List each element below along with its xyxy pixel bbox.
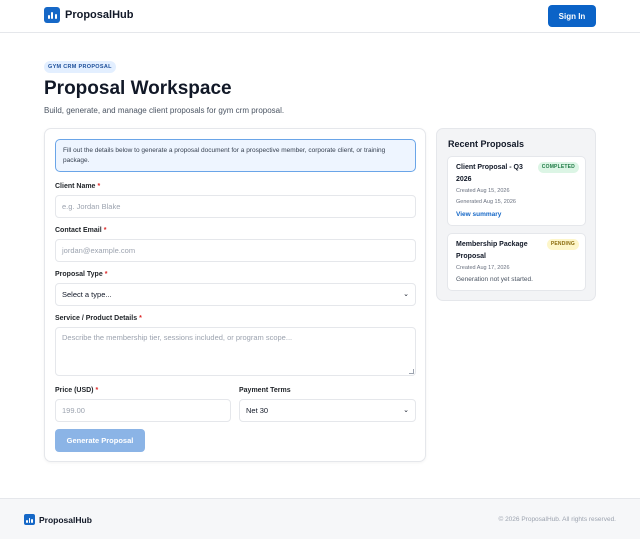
status-badge: PENDING xyxy=(546,239,579,250)
bar-chart-icon xyxy=(44,7,60,23)
required-marker: * xyxy=(139,315,142,322)
proposal-type-label-text: Proposal Type xyxy=(55,271,103,278)
sign-in-button[interactable]: Sign In xyxy=(548,5,596,27)
chevron-down-icon: ⌄ xyxy=(403,291,409,298)
generation-note: Generation not yet started. xyxy=(456,276,533,283)
contact-email-label: Contact Email * xyxy=(55,227,106,234)
service-details-textarea[interactable]: Describe the membership tier, sessions i… xyxy=(55,327,416,376)
generate-proposal-button[interactable]: Generate Proposal xyxy=(55,429,145,452)
footer: ProposalHub © 2026 ProposalHub. All righ… xyxy=(0,498,640,539)
service-details-placeholder: Describe the membership tier, sessions i… xyxy=(62,333,293,342)
status-badge: COMPLETED xyxy=(537,162,579,173)
proposal-type-select[interactable]: Select a type... ⌄ xyxy=(55,283,416,306)
proposal-title: Client Proposal - Q3 2026 xyxy=(456,164,523,183)
page-subtitle: Build, generate, and manage client propo… xyxy=(44,106,285,115)
required-marker: * xyxy=(95,387,99,394)
created-date: Created Aug 17, 2026 xyxy=(456,265,510,271)
created-date: Created Aug 15, 2026 xyxy=(456,188,510,194)
client-name-label: Client Name * xyxy=(55,183,100,190)
contact-email-input[interactable]: jordan@example.com xyxy=(55,239,416,262)
top-header: ProposalHub Sign In xyxy=(0,0,640,33)
view-summary-link[interactable]: View summary xyxy=(456,211,501,218)
contact-email-label-text: Contact Email xyxy=(55,227,102,234)
client-name-label-text: Client Name xyxy=(55,183,96,190)
bar-chart-icon xyxy=(24,514,35,525)
price-label-text: Price (USD) xyxy=(55,387,94,394)
proposal-card[interactable]: Membership Package Proposal PENDING Crea… xyxy=(447,233,586,291)
client-name-input[interactable]: e.g. Jordan Blake xyxy=(55,195,416,218)
service-details-label: Service / Product Details * xyxy=(55,315,142,322)
chevron-down-icon: ⌄ xyxy=(403,407,409,414)
proposal-card[interactable]: Client Proposal - Q3 2026 COMPLETED Crea… xyxy=(447,156,586,226)
footer-brand-name: ProposalHub xyxy=(39,514,92,525)
page-title: Proposal Workspace xyxy=(44,78,232,99)
service-details-label-text: Service / Product Details xyxy=(55,315,138,322)
proposal-title: Membership Package Proposal xyxy=(456,241,528,260)
proposal-type-label: Proposal Type * xyxy=(55,271,107,278)
recent-proposals-panel: Recent Proposals Client Proposal - Q3 20… xyxy=(436,128,596,301)
price-input[interactable]: 199.00 xyxy=(55,399,231,422)
copyright: © 2026 ProposalHub. All rights reserved. xyxy=(498,516,616,523)
required-marker: * xyxy=(103,227,107,234)
resize-handle[interactable] xyxy=(409,369,414,374)
required-marker: * xyxy=(104,271,108,278)
category-badge: GYM CRM PROPOSAL xyxy=(44,61,116,73)
brand[interactable]: ProposalHub xyxy=(44,7,133,23)
brand-name: ProposalHub xyxy=(65,9,134,21)
recent-proposals-title: Recent Proposals xyxy=(448,139,525,149)
payment-terms-value: Net 30 xyxy=(246,406,269,415)
payment-terms-select[interactable]: Net 30 ⌄ xyxy=(239,399,416,422)
footer-brand[interactable]: ProposalHub xyxy=(24,514,92,525)
payment-terms-label: Payment Terms xyxy=(239,387,291,394)
price-label: Price (USD) * xyxy=(55,387,98,394)
generated-date: Generated Aug 15, 2026 xyxy=(456,199,516,205)
info-banner: Fill out the details below to generate a… xyxy=(55,139,416,172)
required-marker: * xyxy=(97,183,101,190)
proposal-form: Fill out the details below to generate a… xyxy=(44,128,426,462)
proposal-type-value: Select a type... xyxy=(62,290,112,299)
